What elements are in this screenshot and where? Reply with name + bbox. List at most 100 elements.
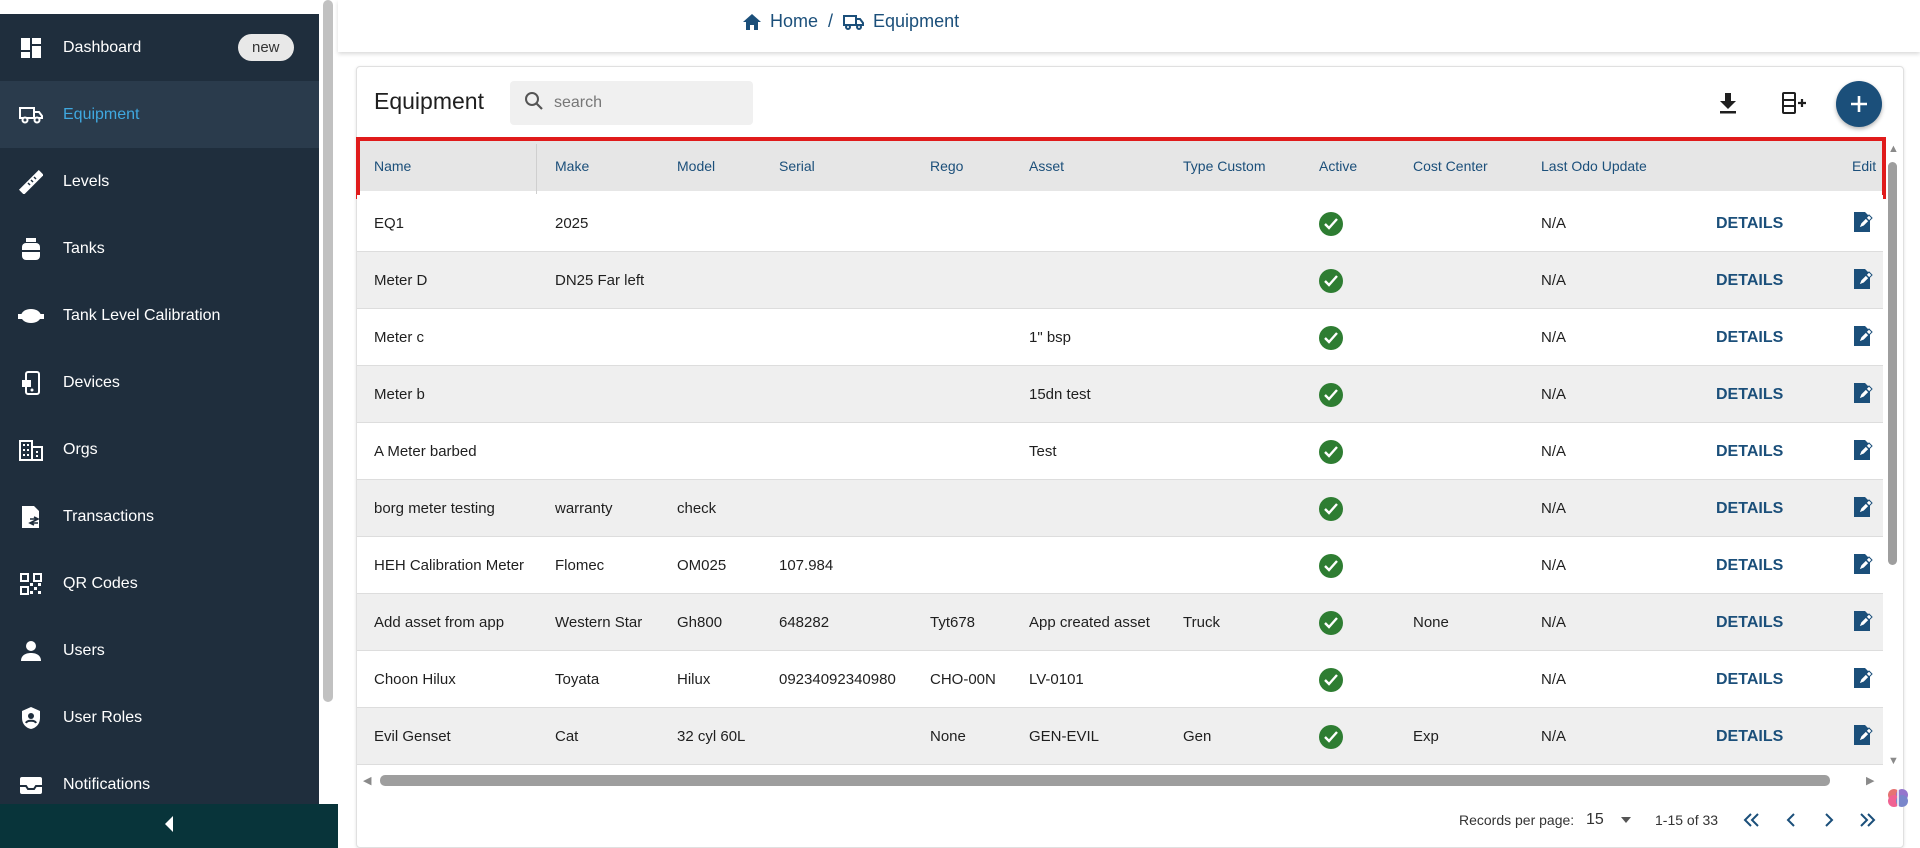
cell-active bbox=[1319, 309, 1343, 366]
download-button[interactable] bbox=[1712, 87, 1744, 119]
edit-button[interactable] bbox=[1852, 594, 1874, 651]
cell-active bbox=[1319, 594, 1343, 651]
cell-asset: App created asset bbox=[1029, 614, 1150, 631]
sidebar-item-dashboard[interactable]: Dashboard new bbox=[0, 14, 319, 81]
cell-serial: 648282 bbox=[779, 614, 830, 631]
sidebar-item-equipment[interactable]: Equipment bbox=[0, 81, 319, 148]
column-header-last-odo-update[interactable]: Last Odo Update bbox=[1541, 141, 1647, 191]
scroll-up-arrow[interactable]: ▲ bbox=[1888, 143, 1899, 155]
sidebar-item-user-roles[interactable]: User Roles bbox=[0, 684, 319, 751]
qr-icon bbox=[18, 571, 44, 597]
details-link[interactable]: DETAILS bbox=[1716, 594, 1783, 651]
table-row[interactable]: A Meter barbed Test N/A DETAILS bbox=[357, 423, 1883, 480]
sidebar-item-transactions[interactable]: Transactions bbox=[0, 483, 319, 550]
breadcrumb: Home / Equipment bbox=[742, 11, 959, 32]
first-page-button[interactable] bbox=[1738, 806, 1766, 834]
details-link[interactable]: DETAILS bbox=[1716, 708, 1783, 765]
column-header-type-custom[interactable]: Type Custom bbox=[1183, 141, 1265, 191]
sidebar-item-qr-codes[interactable]: QR Codes bbox=[0, 550, 319, 617]
edit-button[interactable] bbox=[1852, 480, 1874, 537]
edit-button[interactable] bbox=[1852, 252, 1874, 309]
sidebar-item-users[interactable]: Users bbox=[0, 617, 319, 684]
edit-document-icon bbox=[1852, 324, 1874, 352]
sidebar-item-label: Transactions bbox=[63, 507, 154, 525]
column-header-asset[interactable]: Asset bbox=[1029, 141, 1064, 191]
details-link[interactable]: DETAILS bbox=[1716, 252, 1783, 309]
table-horizontal-scrollbar-thumb[interactable] bbox=[380, 775, 1830, 786]
breadcrumb-home[interactable]: Home bbox=[742, 11, 818, 32]
collapse-sidebar-button[interactable] bbox=[0, 804, 338, 848]
cell-name: Meter D bbox=[374, 272, 428, 289]
add-equipment-button[interactable] bbox=[1836, 81, 1882, 127]
cell-rego: None bbox=[930, 728, 966, 745]
assistant-brain-icon[interactable] bbox=[1887, 787, 1909, 814]
table-row[interactable]: Add asset from app Western Star Gh800 64828… bbox=[357, 594, 1883, 651]
details-link[interactable]: DETAILS bbox=[1716, 651, 1783, 708]
edit-button[interactable] bbox=[1852, 651, 1874, 708]
cell-name: Add asset from app bbox=[374, 614, 505, 631]
sidebar-item-orgs[interactable]: Orgs bbox=[0, 416, 319, 483]
table-row[interactable]: Choon Hilux Toyata Hilux 09234092340980 CHO-… bbox=[357, 651, 1883, 708]
sidebar-item-label: Notifications bbox=[63, 775, 151, 793]
details-link[interactable]: DETAILS bbox=[1716, 480, 1783, 537]
column-header-make[interactable]: Make bbox=[555, 141, 589, 191]
sidebar-scrollbar-thumb[interactable] bbox=[323, 0, 333, 702]
scroll-right-arrow[interactable]: ▶ bbox=[1866, 774, 1874, 787]
table-row[interactable]: Meter b 15dn test N/A DETAILS bbox=[357, 366, 1883, 423]
table-row[interactable]: HEH Calibration Meter Flomec OM025 107.984 N… bbox=[357, 537, 1883, 594]
edit-document-icon bbox=[1852, 495, 1874, 523]
scroll-down-arrow[interactable]: ▼ bbox=[1888, 755, 1899, 767]
edit-button[interactable] bbox=[1852, 537, 1874, 594]
edit-button[interactable] bbox=[1852, 309, 1874, 366]
sidebar-item-label: Orgs bbox=[63, 440, 98, 458]
table-row[interactable]: EQ1 2025 N/A DETAILS bbox=[357, 195, 1883, 252]
table-add-icon bbox=[1782, 92, 1806, 114]
table-row[interactable]: Meter c 1" bsp N/A DETAILS bbox=[357, 309, 1883, 366]
column-divider[interactable] bbox=[536, 144, 537, 194]
add-column-button[interactable] bbox=[1779, 87, 1811, 119]
scroll-left-arrow[interactable]: ◀ bbox=[363, 774, 371, 787]
next-page-button[interactable] bbox=[1815, 806, 1843, 834]
sidebar-item-levels[interactable]: Levels bbox=[0, 148, 319, 215]
details-link[interactable]: DETAILS bbox=[1716, 537, 1783, 594]
edit-button[interactable] bbox=[1852, 195, 1874, 252]
records-per-page-value: 15 bbox=[1586, 811, 1604, 828]
previous-page-button[interactable] bbox=[1777, 806, 1805, 834]
check-circle-icon bbox=[1319, 268, 1343, 293]
details-link[interactable]: DETAILS bbox=[1716, 195, 1783, 252]
table-vertical-scrollbar-thumb[interactable] bbox=[1888, 162, 1897, 565]
sidebar-item-label: Levels bbox=[63, 172, 110, 190]
cell-active bbox=[1319, 708, 1343, 765]
column-header-serial[interactable]: Serial bbox=[779, 141, 815, 191]
breadcrumb-current[interactable]: Equipment bbox=[843, 11, 959, 32]
column-header-active[interactable]: Active bbox=[1319, 141, 1357, 191]
sidebar-item-tanks[interactable]: Tanks bbox=[0, 215, 319, 282]
table-header: Name Make Model Serial Rego Asset Type C… bbox=[357, 141, 1883, 191]
search-input[interactable] bbox=[554, 94, 734, 112]
column-header-model[interactable]: Model bbox=[677, 141, 715, 191]
cell-make: Western Star bbox=[555, 614, 643, 631]
table-row[interactable]: Evil Genset Cat 32 cyl 60L None GEN-EVIL Gen E… bbox=[357, 708, 1883, 765]
page-title: Equipment bbox=[374, 88, 484, 114]
column-header-name[interactable]: Name bbox=[374, 141, 411, 191]
records-per-page-select[interactable]: 15 bbox=[1586, 808, 1632, 832]
column-header-rego[interactable]: Rego bbox=[930, 141, 963, 191]
table-row[interactable]: borg meter testing warranty check N/A DETAIL… bbox=[357, 480, 1883, 537]
search-field[interactable] bbox=[510, 81, 753, 125]
check-circle-icon bbox=[1319, 610, 1343, 635]
last-page-button[interactable] bbox=[1853, 806, 1881, 834]
details-link[interactable]: DETAILS bbox=[1716, 309, 1783, 366]
details-link[interactable]: DETAILS bbox=[1716, 423, 1783, 480]
sidebar-item-devices[interactable]: Devices bbox=[0, 349, 319, 416]
sidebar-item-tank-level-calibration[interactable]: Tank Level Calibration bbox=[0, 282, 319, 349]
column-header-cost-center[interactable]: Cost Center bbox=[1413, 141, 1488, 191]
details-link[interactable]: DETAILS bbox=[1716, 366, 1783, 423]
dropdown-caret-icon bbox=[1620, 811, 1632, 829]
edit-button[interactable] bbox=[1852, 366, 1874, 423]
table-row[interactable]: Meter D DN25 Far left N/A DETAILS bbox=[357, 252, 1883, 309]
edit-button[interactable] bbox=[1852, 423, 1874, 480]
sidebar-item-label: Devices bbox=[63, 373, 120, 391]
cell-model: check bbox=[677, 500, 717, 517]
edit-button[interactable] bbox=[1852, 708, 1874, 765]
column-header-edit[interactable]: Edit bbox=[1852, 141, 1876, 191]
